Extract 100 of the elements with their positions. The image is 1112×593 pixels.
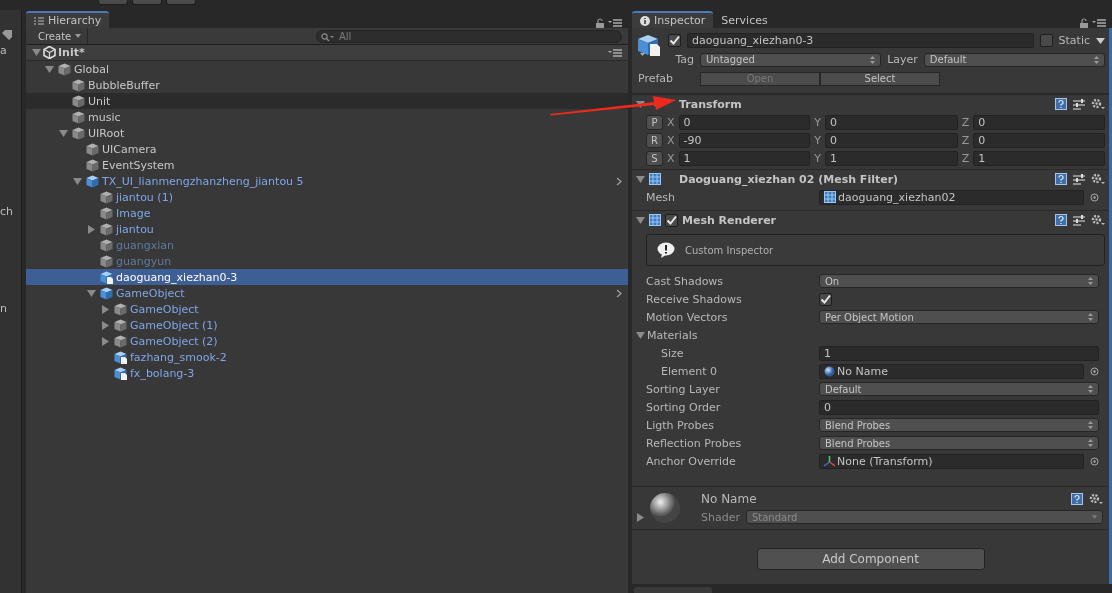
dropdown[interactable]: Blend Probes <box>819 418 1099 432</box>
updown-arrows-icon <box>1094 55 1099 64</box>
cube-icon <box>72 126 85 140</box>
menu-icon[interactable] <box>608 19 622 27</box>
foldout-arrow[interactable] <box>636 174 645 184</box>
panel-tab[interactable]: Services <box>713 11 776 28</box>
help-icon[interactable] <box>1055 98 1067 110</box>
input-field[interactable]: 0 <box>825 132 958 148</box>
toolbar-button[interactable] <box>166 0 196 5</box>
scene-row[interactable]: Init* <box>26 45 628 61</box>
search-field[interactable]: All <box>316 29 622 43</box>
dropdown[interactable]: Default <box>819 382 1099 396</box>
axis-label: Y <box>814 115 822 129</box>
cube-icon <box>86 142 99 156</box>
foldout-arrow[interactable] <box>636 330 645 340</box>
settings-icon[interactable] <box>1091 173 1105 185</box>
foldout-arrow[interactable] <box>73 176 82 186</box>
object-field[interactable]: None (Transform) <box>819 453 1084 469</box>
cube-icon <box>114 318 127 332</box>
foldout-arrow[interactable] <box>87 224 96 234</box>
input-field[interactable]: -90 <box>678 132 811 148</box>
menu-icon[interactable] <box>608 48 622 57</box>
list-icon <box>34 16 44 25</box>
create-dropdown[interactable]: Create <box>32 28 89 44</box>
object-picker-icon[interactable] <box>1090 456 1099 466</box>
help-icon[interactable] <box>1055 173 1067 185</box>
foldout-arrow[interactable] <box>101 320 110 330</box>
input-field[interactable]: 1 <box>825 150 958 166</box>
checkbox[interactable] <box>819 292 832 306</box>
property-label: Sorting Layer <box>646 382 721 396</box>
input-field[interactable]: 1 <box>819 345 1099 361</box>
toolbar-button[interactable] <box>98 0 128 5</box>
tag-dropdown[interactable]: Untagged <box>700 52 882 67</box>
preset-icon[interactable] <box>1073 214 1085 226</box>
lock-icon[interactable] <box>1080 18 1088 28</box>
layer-dropdown[interactable]: Default <box>923 52 1105 67</box>
preset-icon[interactable] <box>1073 98 1085 110</box>
layer-label: Layer <box>887 53 918 66</box>
input-field[interactable]: 0 <box>678 114 811 130</box>
cube-icon <box>86 158 99 172</box>
help-icon[interactable] <box>1055 214 1067 226</box>
enabled-checkbox[interactable] <box>665 213 678 227</box>
unity-logo-icon <box>43 46 56 59</box>
prefab-button[interactable]: Select <box>820 71 940 86</box>
axis-label: X <box>667 151 675 165</box>
foldout-arrow[interactable] <box>45 64 54 74</box>
chevron-right-icon[interactable] <box>616 177 622 186</box>
hierarchy-item[interactable]: Unit <box>26 93 628 109</box>
foldout-arrow[interactable] <box>636 215 645 225</box>
reset-button[interactable]: R <box>646 132 663 148</box>
chevron-right-icon[interactable] <box>616 289 622 298</box>
settings-icon[interactable] <box>1089 493 1103 505</box>
name-field[interactable]: daoguang_xiezhan0-3 <box>687 33 1034 48</box>
component-title: Mesh Renderer <box>682 213 777 227</box>
foldout-arrow[interactable] <box>59 128 68 138</box>
settings-icon[interactable] <box>1091 214 1105 226</box>
panel-tab[interactable]: Inspector <box>632 11 714 28</box>
cube-icon <box>100 238 113 252</box>
cube-icon <box>72 94 85 108</box>
input-field[interactable]: 0 <box>973 114 1105 130</box>
component-header[interactable]: Daoguang_xiezhan 02 (Mesh Filter) <box>632 169 1109 188</box>
foldout-arrow[interactable] <box>101 336 110 346</box>
menu-icon[interactable] <box>1092 19 1106 27</box>
reset-button[interactable]: P <box>646 114 663 130</box>
cube-icon <box>72 78 85 92</box>
add-component-button[interactable]: Add Component <box>756 548 985 570</box>
dropdown[interactable]: On <box>819 274 1099 288</box>
axis-label: X <box>667 115 675 129</box>
reset-button[interactable]: S <box>646 150 663 166</box>
component-header[interactable]: Mesh Renderer <box>632 210 1109 229</box>
input-field[interactable]: 0 <box>825 114 958 130</box>
foldout-arrow[interactable] <box>101 304 110 314</box>
lock-icon[interactable] <box>596 18 604 28</box>
input-field[interactable]: 0 <box>973 132 1105 148</box>
settings-icon[interactable] <box>1091 98 1105 110</box>
axis-label: Y <box>814 151 822 165</box>
dropdown-arrow-icon[interactable] <box>1096 37 1105 44</box>
preset-icon[interactable] <box>1073 173 1085 185</box>
toolbar-button[interactable] <box>132 0 162 5</box>
object-field[interactable]: No Name <box>819 363 1084 379</box>
static-label: Static <box>1058 34 1090 47</box>
static-checkbox[interactable] <box>1039 34 1053 47</box>
input-field[interactable]: 0 <box>819 399 1099 415</box>
dropdown[interactable]: Per Object Motion <box>819 310 1099 324</box>
foldout-arrow[interactable] <box>87 288 96 298</box>
hierarchy-tab[interactable]: Hierarchy <box>26 11 110 28</box>
object-picker-icon[interactable] <box>1090 192 1099 202</box>
input-field[interactable]: 1 <box>973 150 1105 166</box>
active-checkbox[interactable] <box>668 34 681 47</box>
hierarchy-item[interactable]: daoguang_xiezhan0-3 <box>26 269 628 285</box>
material-name: No Name <box>701 492 757 506</box>
foldout-arrow[interactable] <box>32 48 41 57</box>
help-icon[interactable] <box>1071 493 1083 505</box>
foldout-arrow[interactable] <box>636 513 645 522</box>
property-label: Size <box>661 346 685 360</box>
object-field[interactable]: daoguang_xiezhan02 <box>819 189 1084 205</box>
dropdown[interactable]: Blend Probes <box>819 436 1099 450</box>
model-icon <box>114 366 127 380</box>
input-field[interactable]: 1 <box>678 150 811 166</box>
object-picker-icon[interactable] <box>1090 366 1099 376</box>
